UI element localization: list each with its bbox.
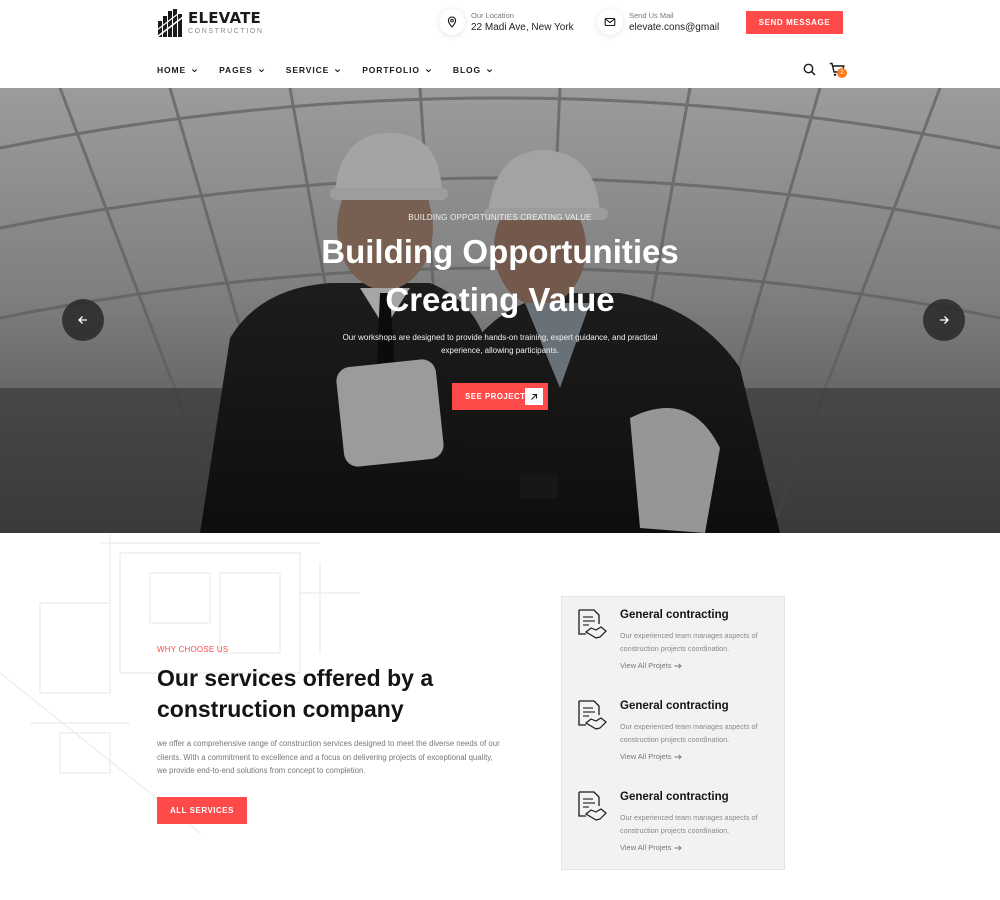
hero-title: Building Opportunities Creating Value <box>321 233 679 318</box>
mail-contact: Send Us Mail elevate.cons@gmail <box>597 9 719 35</box>
nav-menu: HOME PAGES SERVICE PORTFOLIO BLOG <box>157 65 514 75</box>
chevron-down-icon <box>425 68 431 72</box>
nav-item-service[interactable]: SERVICE <box>286 65 341 75</box>
mail-value[interactable]: elevate.cons@gmail <box>629 22 719 33</box>
chevron-down-icon <box>487 68 493 72</box>
main-nav: HOME PAGES SERVICE PORTFOLIO BLOG 2 <box>0 55 1000 85</box>
nav-item-home[interactable]: HOME <box>157 65 198 75</box>
location-icon-wrap <box>439 9 465 35</box>
arrow-up-right-icon <box>525 388 543 405</box>
service-title: General contracting <box>620 700 729 712</box>
section-title: Our services offered by a construction c… <box>157 665 434 722</box>
see-project-button[interactable]: SEE PROJECT <box>452 383 548 410</box>
mail-icon-wrap <box>597 9 623 35</box>
arrow-left-icon <box>78 316 87 324</box>
contract-handshake-icon <box>578 791 607 821</box>
envelope-icon <box>604 17 616 27</box>
service-description: Our experienced team manages aspects of … <box>620 631 758 653</box>
nav-item-label: BLOG <box>452 65 482 75</box>
link-label: View All Projets <box>620 661 672 670</box>
service-card: General contracting Our experienced team… <box>576 597 781 682</box>
brand-logo[interactable]: ELEVATE CONSTRUCTION <box>157 8 264 38</box>
service-description: Our experienced team manages aspects of … <box>620 722 758 744</box>
hero-slider: BUILDING OPPORTUNITIES CREATING VALUE Bu… <box>0 88 1000 533</box>
contract-handshake-icon <box>578 609 607 639</box>
see-project-label: SEE PROJECT <box>465 392 526 401</box>
service-description: Our experienced team manages aspects of … <box>620 813 758 835</box>
location-value: 22 Madi Ave, New York <box>471 22 574 33</box>
nav-item-pages[interactable]: PAGES <box>219 65 265 75</box>
nav-item-label: HOME <box>157 65 187 75</box>
nav-item-portfolio[interactable]: PORTFOLIO <box>362 65 432 75</box>
arrow-right-icon <box>674 844 682 851</box>
hero-eyebrow: BUILDING OPPORTUNITIES CREATING VALUE <box>408 213 592 222</box>
service-title: General contracting <box>620 609 729 621</box>
map-pin-icon <box>447 16 457 28</box>
link-label: View All Projets <box>620 752 672 761</box>
hero-description: Our workshops are designed to provide ha… <box>342 333 658 355</box>
building-logo-icon <box>157 9 183 38</box>
nav-item-label: PAGES <box>219 65 253 75</box>
slider-prev-button[interactable] <box>62 299 104 341</box>
arrow-right-icon <box>674 662 682 669</box>
send-message-button[interactable]: SEND MESSAGE <box>746 11 843 34</box>
service-title: General contracting <box>620 791 729 803</box>
services-panel: General contracting Our experienced team… <box>561 596 785 870</box>
cart-count-badge: 2 <box>837 68 847 78</box>
service-card: General contracting Our experienced team… <box>576 779 781 864</box>
mail-label: Send Us Mail <box>629 11 674 20</box>
brand-name: ELEVATE <box>188 9 261 27</box>
contract-handshake-icon <box>578 700 607 730</box>
brand-tagline: CONSTRUCTION <box>188 28 264 35</box>
service-card: General contracting Our experienced team… <box>576 688 781 773</box>
link-label: View All Projets <box>620 843 672 852</box>
section-description: we offer a comprehensive range of constr… <box>157 739 500 775</box>
section-eyebrow: WHY CHOOSE US <box>157 645 229 654</box>
view-all-projects-link[interactable]: View All Projets <box>620 661 682 670</box>
view-all-projects-link[interactable]: View All Projets <box>620 752 682 761</box>
slider-next-button[interactable] <box>923 299 965 341</box>
all-services-button[interactable]: ALL SERVICES <box>157 797 247 824</box>
chevron-down-icon <box>258 68 264 72</box>
view-all-projects-link[interactable]: View All Projets <box>620 843 682 852</box>
location-contact: Our Location 22 Madi Ave, New York <box>439 9 574 35</box>
arrow-right-icon <box>940 316 949 324</box>
search-icon[interactable] <box>803 63 816 76</box>
chevron-down-icon <box>335 68 341 72</box>
arrow-right-icon <box>674 753 682 760</box>
nav-item-label: SERVICE <box>285 65 330 75</box>
location-label: Our Location <box>471 11 514 20</box>
top-header: ELEVATE CONSTRUCTION Our Location 22 Mad… <box>0 0 1000 46</box>
nav-item-blog[interactable]: BLOG <box>453 65 493 75</box>
nav-item-label: PORTFOLIO <box>362 65 420 75</box>
chevron-down-icon <box>192 68 198 72</box>
